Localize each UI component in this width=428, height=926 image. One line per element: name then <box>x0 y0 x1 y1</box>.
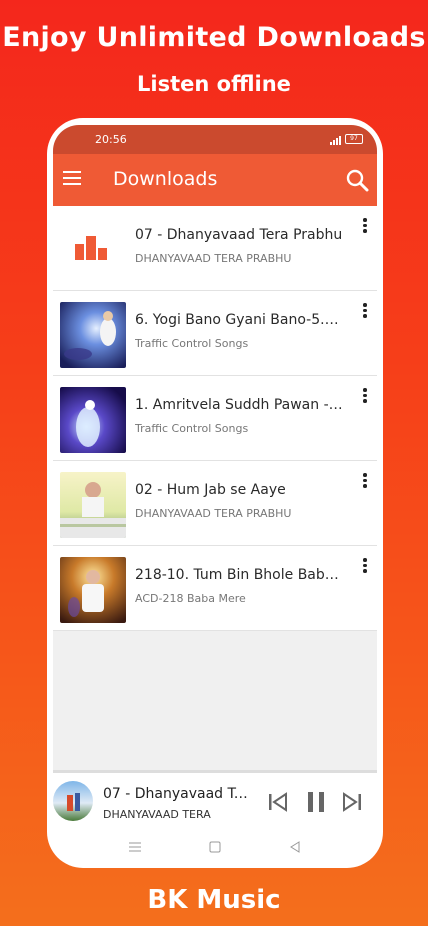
player-artwork <box>53 781 93 821</box>
next-icon[interactable] <box>341 791 363 813</box>
track-title: 218-10. Tum Bin Bhole Baba ... <box>135 567 345 583</box>
list-item[interactable]: 07 - Dhanyavaad Tera Prabhu DHANYAVAAD T… <box>53 206 377 291</box>
music-bars-icon <box>75 236 107 260</box>
promo-subtitle: Listen offline <box>137 72 291 96</box>
signal-icon <box>330 135 341 145</box>
more-options-icon[interactable] <box>361 388 369 406</box>
player-track-title: 07 - Dhanyavaad Tera Prabhu <box>103 786 253 802</box>
app-toolbar: Downloads <box>53 154 377 206</box>
phone-frame: 20:56 97 Downloads 07 - Dhanyavaad Tera … <box>47 118 383 868</box>
app-name-footer: BK Music <box>147 885 281 915</box>
status-time: 20:56 <box>95 133 127 146</box>
track-album: Traffic Control Songs <box>135 422 249 435</box>
track-thumbnail <box>60 557 126 623</box>
back-icon[interactable] <box>289 841 301 853</box>
mini-player[interactable]: 07 - Dhanyavaad Tera Prabhu DHANYAVAAD T… <box>53 770 377 831</box>
home-icon[interactable] <box>209 841 221 853</box>
page-title: Downloads <box>113 168 218 190</box>
track-title: 02 - Hum Jab se Aaye <box>135 482 286 498</box>
track-album: Traffic Control Songs <box>135 337 249 350</box>
track-thumbnail <box>60 387 126 453</box>
menu-icon[interactable] <box>63 171 81 185</box>
more-options-icon[interactable] <box>361 558 369 576</box>
pause-icon[interactable] <box>305 791 327 813</box>
track-title: 1. Amritvela Suddh Pawan - ... <box>135 397 345 413</box>
list-item[interactable]: 1. Amritvela Suddh Pawan - ... Traffic C… <box>53 376 377 461</box>
search-icon[interactable] <box>345 168 369 192</box>
previous-icon[interactable] <box>267 791 289 813</box>
player-track-album: DHANYAVAAD TERA <box>103 808 211 821</box>
list-item[interactable]: 02 - Hum Jab se Aaye DHANYAVAAD TERA PRA… <box>53 461 377 546</box>
status-bar: 20:56 97 <box>53 125 377 154</box>
more-options-icon[interactable] <box>361 218 369 236</box>
track-title: 07 - Dhanyavaad Tera Prabhu <box>135 227 343 243</box>
downloads-list: 07 - Dhanyavaad Tera Prabhu DHANYAVAAD T… <box>53 206 377 631</box>
list-item[interactable]: 218-10. Tum Bin Bhole Baba ... ACD-218 B… <box>53 546 377 631</box>
list-item[interactable]: 6. Yogi Bano Gyani Bano-5.3... Traffic C… <box>53 291 377 376</box>
app-screen: 20:56 97 Downloads 07 - Dhanyavaad Tera … <box>53 125 377 831</box>
track-album: ACD-218 Baba Mere <box>135 592 246 605</box>
more-options-icon[interactable] <box>361 303 369 321</box>
recent-apps-icon[interactable] <box>129 841 141 853</box>
system-nav-bar <box>53 831 377 868</box>
track-title: 6. Yogi Bano Gyani Bano-5.3... <box>135 312 345 328</box>
promo-title: Enjoy Unlimited Downloads <box>2 22 426 53</box>
track-album: DHANYAVAAD TERA PRABHU <box>135 507 292 520</box>
track-thumbnail <box>60 472 126 538</box>
track-album: DHANYAVAAD TERA PRABHU <box>135 252 292 265</box>
track-thumbnail <box>60 302 126 368</box>
more-options-icon[interactable] <box>361 473 369 491</box>
battery-icon: 97 <box>345 134 363 144</box>
